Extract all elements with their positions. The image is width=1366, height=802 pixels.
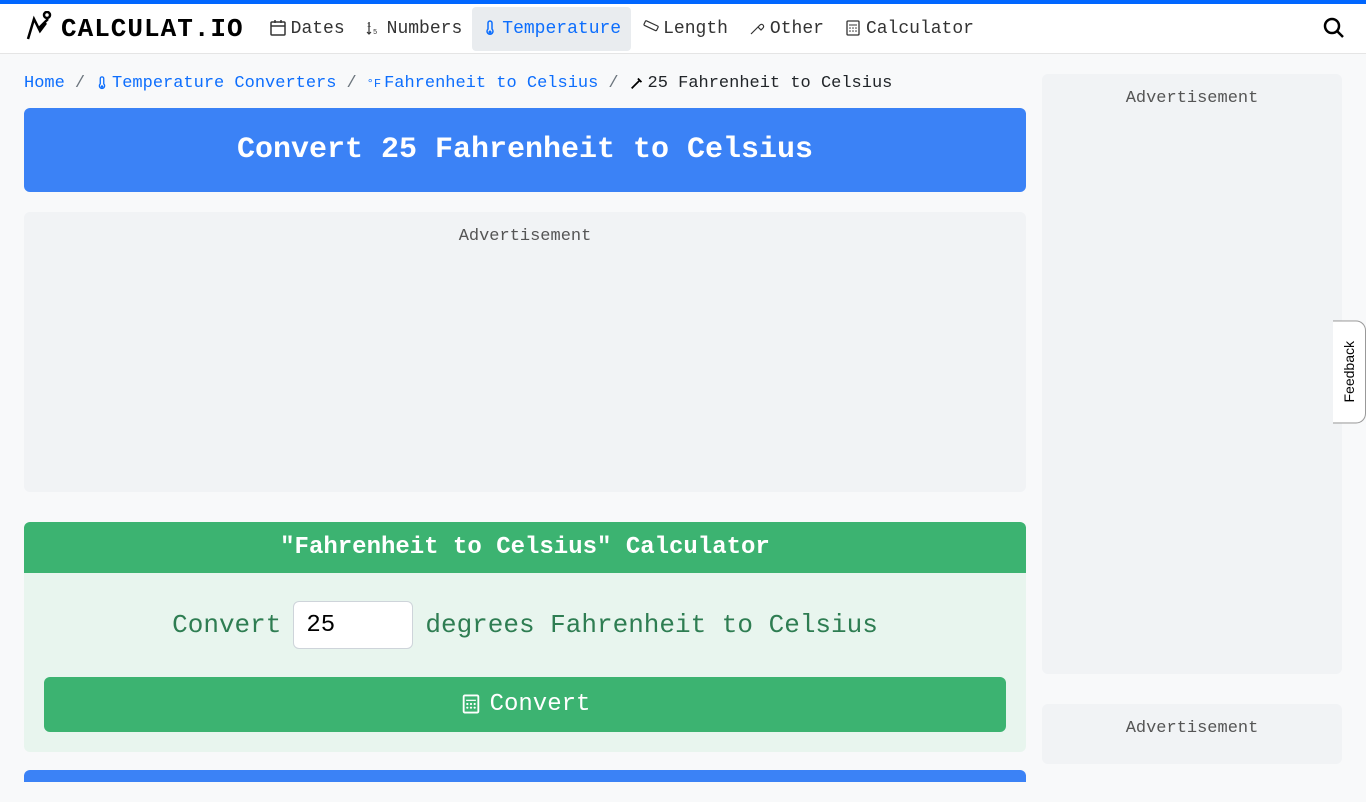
convert-button-label: Convert xyxy=(490,691,591,718)
convert-prefix: Convert xyxy=(172,610,281,640)
breadcrumb: Home / Temperature Converters / °F Fahre… xyxy=(24,74,1026,93)
value-input[interactable] xyxy=(293,601,413,649)
breadcrumb-current: 25 Fahrenheit to Celsius xyxy=(648,74,893,93)
calculator-body: Convert degrees Fahrenheit to Celsius Co… xyxy=(24,573,1026,752)
navbar: CALCULAT.IO Dates 15 Numbers Temperature… xyxy=(0,4,1366,54)
tools-icon xyxy=(748,19,766,39)
wand-icon xyxy=(629,74,645,93)
breadcrumb-temp-converters[interactable]: Temperature Converters xyxy=(112,74,336,93)
calculator-title: "Fahrenheit to Celsius" Calculator xyxy=(24,522,1026,573)
logo[interactable]: CALCULAT.IO xyxy=(20,11,244,47)
nav-calculator[interactable]: Calculator xyxy=(834,7,984,51)
convert-button[interactable]: Convert xyxy=(44,677,1006,732)
svg-text:5: 5 xyxy=(373,29,377,37)
breadcrumb-sep: / xyxy=(75,74,85,93)
numbers-icon: 15 xyxy=(365,19,383,39)
sidebar: Advertisement Advertisement xyxy=(1042,74,1342,782)
breadcrumb-home[interactable]: Home xyxy=(24,74,65,93)
nav-numbers[interactable]: 15 Numbers xyxy=(355,7,473,51)
nav-label: Calculator xyxy=(866,19,974,39)
search-icon[interactable] xyxy=(1322,16,1346,41)
nav-label: Numbers xyxy=(387,19,463,39)
calculator-icon xyxy=(844,19,862,39)
nav-temperature[interactable]: Temperature xyxy=(472,7,631,51)
calculator-row: Convert degrees Fahrenheit to Celsius xyxy=(44,601,1006,649)
nav-dates[interactable]: Dates xyxy=(259,7,355,51)
nav-label: Temperature xyxy=(502,19,621,39)
convert-suffix: degrees Fahrenheit to Celsius xyxy=(425,610,877,640)
ad-label: Advertisement xyxy=(1126,89,1259,108)
calculator-box: "Fahrenheit to Celsius" Calculator Conve… xyxy=(24,522,1026,752)
feedback-tab[interactable]: Feedback xyxy=(1333,320,1366,423)
nav-label: Dates xyxy=(291,19,345,39)
ad-sidebar-2: Advertisement xyxy=(1042,704,1342,764)
result-header-bar xyxy=(24,770,1026,782)
fahrenheit-icon: °F xyxy=(367,77,381,91)
nav-items: Dates 15 Numbers Temperature Length Othe… xyxy=(259,7,984,51)
breadcrumb-sep: / xyxy=(346,74,356,93)
ad-sidebar-1: Advertisement xyxy=(1042,74,1342,674)
breadcrumb-f2c[interactable]: Fahrenheit to Celsius xyxy=(384,74,598,93)
logo-icon xyxy=(20,11,56,47)
ad-main: Advertisement xyxy=(24,212,1026,492)
container: Home / Temperature Converters / °F Fahre… xyxy=(0,54,1366,802)
thermometer-icon xyxy=(482,19,498,39)
nav-other[interactable]: Other xyxy=(738,7,834,51)
logo-text: CALCULAT.IO xyxy=(61,14,244,44)
main-column: Home / Temperature Converters / °F Fahre… xyxy=(24,74,1026,782)
nav-label: Other xyxy=(770,19,824,39)
ruler-icon xyxy=(641,19,659,39)
calendar-icon xyxy=(269,19,287,39)
nav-label: Length xyxy=(663,19,728,39)
ad-label: Advertisement xyxy=(459,227,592,246)
thermometer-icon xyxy=(95,74,109,93)
nav-length[interactable]: Length xyxy=(631,7,738,51)
breadcrumb-sep: / xyxy=(608,74,618,93)
page-title: Convert 25 Fahrenheit to Celsius xyxy=(24,108,1026,192)
calculator-icon xyxy=(460,691,482,718)
ad-label: Advertisement xyxy=(1126,719,1259,738)
